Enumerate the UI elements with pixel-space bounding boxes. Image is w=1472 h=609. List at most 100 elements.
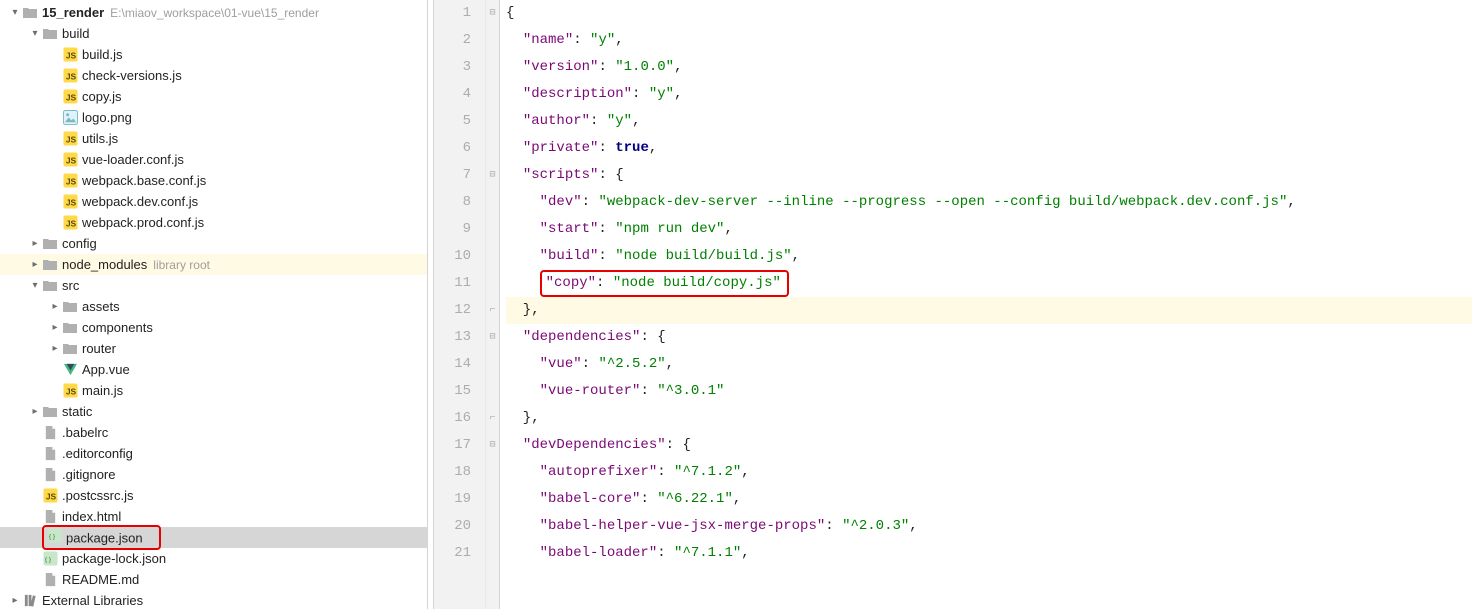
- tree-item-label: 15_render: [42, 5, 104, 20]
- chevron-icon[interactable]: ▸: [48, 322, 62, 333]
- code-line[interactable]: "build": "node build/build.js",: [506, 243, 1472, 270]
- code-line[interactable]: "autoprefixer": "^7.1.2",: [506, 459, 1472, 486]
- tree-item-label: package.json: [66, 531, 143, 546]
- tree-item[interactable]: JSmain.js: [0, 380, 427, 401]
- chevron-icon[interactable]: ▸: [8, 595, 22, 606]
- tree-item[interactable]: { } package.json: [0, 527, 427, 548]
- tree-item-label: build: [62, 26, 89, 41]
- code-line[interactable]: "name": "y",: [506, 27, 1472, 54]
- tree-item[interactable]: .gitignore: [0, 464, 427, 485]
- tree-item[interactable]: ▸node_moduleslibrary root: [0, 254, 427, 275]
- tree-item-label: .postcssrc.js: [62, 488, 134, 503]
- folder-icon: [62, 320, 78, 336]
- code-editor[interactable]: 123456789101112131415161718192021 ⊟⊟⌐⊟⌐⊟…: [428, 0, 1472, 609]
- fold-marker[interactable]: ⊟: [486, 0, 499, 27]
- code-line[interactable]: "private": true,: [506, 135, 1472, 162]
- chevron-icon[interactable]: ▸: [48, 343, 62, 354]
- js-icon: JS: [62, 47, 78, 63]
- svg-text:JS: JS: [65, 50, 76, 60]
- tree-item[interactable]: ▸assets: [0, 296, 427, 317]
- js-icon: JS: [62, 68, 78, 84]
- code-line[interactable]: "start": "npm run dev",: [506, 216, 1472, 243]
- tree-item-label: check-versions.js: [82, 68, 182, 83]
- code-line[interactable]: "dependencies": {: [506, 324, 1472, 351]
- js-icon: JS: [62, 215, 78, 231]
- tree-item[interactable]: ▸components: [0, 317, 427, 338]
- chevron-icon[interactable]: ▸: [28, 259, 42, 270]
- svg-text:{ }: { }: [48, 533, 55, 540]
- fold-marker: [486, 270, 499, 297]
- tree-item[interactable]: { }package-lock.json: [0, 548, 427, 569]
- line-number: 1: [434, 0, 471, 27]
- tree-item[interactable]: JSwebpack.base.conf.js: [0, 170, 427, 191]
- code-line[interactable]: "babel-helper-vue-jsx-merge-props": "^2.…: [506, 513, 1472, 540]
- code-line[interactable]: "devDependencies": {: [506, 432, 1472, 459]
- tree-item[interactable]: index.html: [0, 506, 427, 527]
- chevron-icon[interactable]: ▸: [28, 238, 42, 249]
- line-number: 11: [434, 270, 471, 297]
- folder-icon: [22, 5, 38, 21]
- code-line[interactable]: "copy": "node build/copy.js": [506, 270, 1472, 297]
- tree-item[interactable]: ▾src: [0, 275, 427, 296]
- svg-text:JS: JS: [65, 155, 76, 165]
- code-line[interactable]: "babel-core": "^6.22.1",: [506, 486, 1472, 513]
- tree-item[interactable]: logo.png: [0, 107, 427, 128]
- folder-icon: [62, 299, 78, 315]
- chevron-icon[interactable]: ▾: [28, 280, 42, 291]
- line-number: 20: [434, 513, 471, 540]
- tree-item[interactable]: JScopy.js: [0, 86, 427, 107]
- fold-marker: [486, 459, 499, 486]
- code-line[interactable]: "description": "y",: [506, 81, 1472, 108]
- tree-item[interactable]: ▸External Libraries: [0, 590, 427, 609]
- tree-item[interactable]: JS check-versions.js: [0, 65, 427, 86]
- tree-item[interactable]: .editorconfig: [0, 443, 427, 464]
- code-line[interactable]: "vue": "^2.5.2",: [506, 351, 1472, 378]
- fold-marker[interactable]: ⌐: [486, 297, 499, 324]
- code-line[interactable]: {: [506, 0, 1472, 27]
- file-icon: [42, 425, 58, 441]
- line-number: 13: [434, 324, 471, 351]
- fold-marker[interactable]: ⌐: [486, 405, 499, 432]
- code-line[interactable]: "vue-router": "^3.0.1": [506, 378, 1472, 405]
- folder-icon: [42, 278, 58, 294]
- tree-item[interactable]: App.vue: [0, 359, 427, 380]
- json-icon: { }: [46, 527, 62, 543]
- tree-item[interactable]: ▸config: [0, 233, 427, 254]
- chevron-icon[interactable]: ▸: [48, 301, 62, 312]
- project-tree[interactable]: ▾15_renderE:\miaov_workspace\01-vue\15_r…: [0, 0, 428, 609]
- svg-text:JS: JS: [45, 491, 56, 501]
- tree-item[interactable]: JSutils.js: [0, 128, 427, 149]
- folder-icon: [42, 26, 58, 42]
- json-icon: { }: [42, 551, 58, 567]
- code-line[interactable]: },: [506, 405, 1472, 432]
- chevron-icon[interactable]: ▸: [28, 406, 42, 417]
- line-number: 4: [434, 81, 471, 108]
- fold-marker[interactable]: ⊟: [486, 432, 499, 459]
- code-line[interactable]: "babel-loader": "^7.1.1",: [506, 540, 1472, 567]
- tree-item[interactable]: JSwebpack.prod.conf.js: [0, 212, 427, 233]
- tree-item[interactable]: ▾ build: [0, 23, 427, 44]
- tree-item[interactable]: JS .postcssrc.js: [0, 485, 427, 506]
- tree-item[interactable]: ▾15_renderE:\miaov_workspace\01-vue\15_r…: [0, 2, 427, 23]
- code-line[interactable]: "version": "1.0.0",: [506, 54, 1472, 81]
- js-icon: JS: [62, 194, 78, 210]
- tree-item[interactable]: .babelrc: [0, 422, 427, 443]
- tree-item[interactable]: JSwebpack.dev.conf.js: [0, 191, 427, 212]
- code-line[interactable]: },: [506, 297, 1472, 324]
- chevron-icon[interactable]: ▾: [8, 7, 22, 18]
- code-line[interactable]: "dev": "webpack-dev-server --inline --pr…: [506, 189, 1472, 216]
- tree-item[interactable]: ▸static: [0, 401, 427, 422]
- fold-marker: [486, 486, 499, 513]
- folder-icon: [42, 404, 58, 420]
- code-line[interactable]: "author": "y",: [506, 108, 1472, 135]
- fold-marker[interactable]: ⊟: [486, 162, 499, 189]
- code-line[interactable]: "scripts": {: [506, 162, 1472, 189]
- fold-marker: [486, 81, 499, 108]
- folder-icon: [42, 257, 58, 273]
- tree-item[interactable]: ▸router: [0, 338, 427, 359]
- tree-item[interactable]: JSvue-loader.conf.js: [0, 149, 427, 170]
- tree-item[interactable]: JSbuild.js: [0, 44, 427, 65]
- fold-marker[interactable]: ⊟: [486, 324, 499, 351]
- chevron-icon[interactable]: ▾: [28, 28, 42, 39]
- tree-item[interactable]: README.md: [0, 569, 427, 590]
